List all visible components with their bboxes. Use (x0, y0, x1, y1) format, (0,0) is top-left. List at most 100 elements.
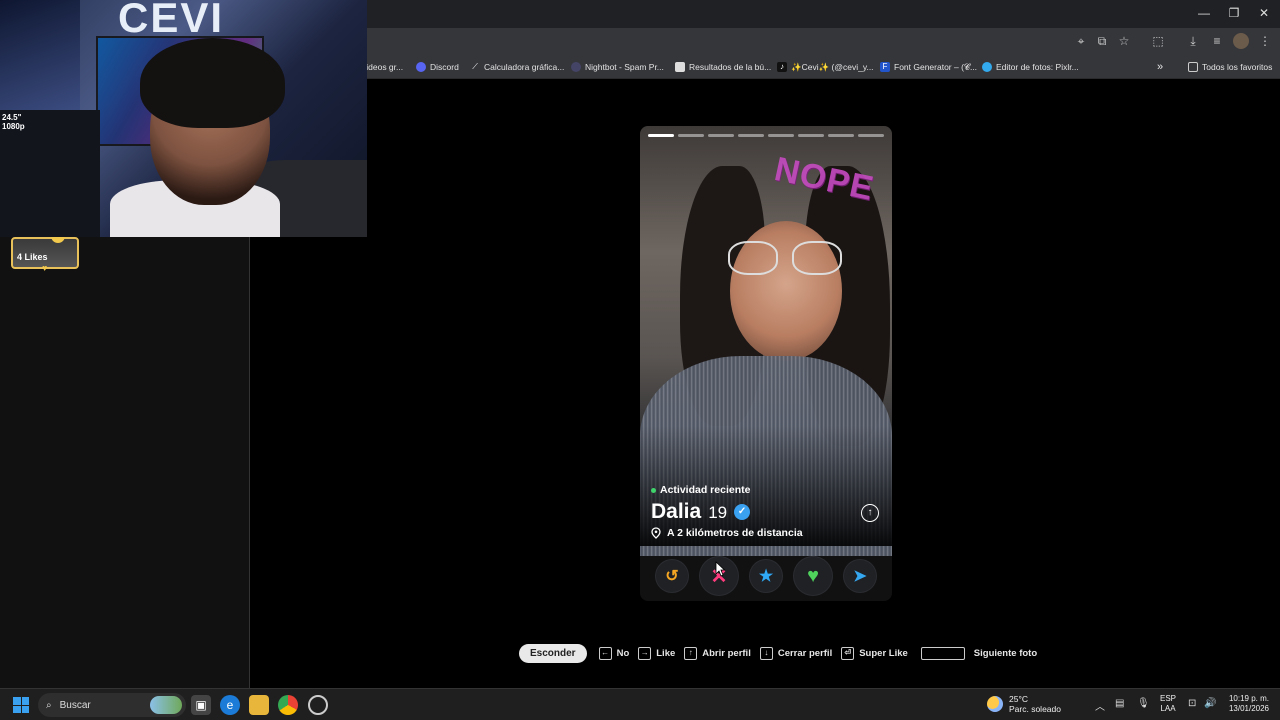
heart-icon: ♥ (42, 263, 48, 273)
profile-age: 19 (708, 503, 728, 522)
clock-date: 13/01/2026 (1228, 704, 1269, 713)
close-button[interactable]: ✕ (1257, 6, 1271, 20)
search-icon: ⌕ (46, 699, 52, 711)
bookmark-videos[interactable]: videos gr... (362, 60, 403, 74)
open-profile-button[interactable]: ↑ (861, 504, 879, 522)
windows-start-icon[interactable] (13, 697, 29, 713)
like-button[interactable]: ♥ (794, 557, 832, 595)
obs-icon[interactable] (308, 695, 328, 715)
mouse-cursor-icon (715, 561, 725, 577)
bookmark-label: Resultados de la bú... (689, 62, 772, 72)
location-icon[interactable]: ⌖ (1073, 33, 1089, 49)
bookmark-nightbot[interactable]: Nightbot - Spam Pr... (571, 60, 664, 74)
bookmark-label: videos gr... (362, 62, 404, 72)
likes-label: 4 Likes (17, 252, 48, 262)
photo-glasses (728, 241, 850, 277)
activity-label: Actividad reciente (660, 484, 751, 496)
webcam-hair (140, 38, 285, 128)
folder-icon (1188, 62, 1198, 72)
shortcut-close-profile: ↓ Cerrar perfil (759, 646, 833, 660)
enter-key-icon: ⏎ (841, 646, 855, 660)
task-view-icon[interactable]: ▣ (191, 695, 211, 715)
bookmark-calculadora[interactable]: ⟋ Calculadora gráfica... (470, 60, 564, 74)
distance-label: A 2 kilómetros de distancia (667, 527, 803, 539)
shortcut-label: Like (656, 647, 676, 659)
install-icon[interactable]: ⧉ (1094, 33, 1110, 49)
spacebar-key-icon (920, 646, 965, 660)
file-explorer-icon[interactable] (249, 695, 269, 715)
bookmark-tiktok[interactable]: ♪ ✨Cevi✨ (@cevi_y... (777, 60, 874, 74)
taskbar-search[interactable]: ⌕ Buscar (38, 693, 186, 717)
shortcut-label: Cerrar perfil (777, 647, 833, 659)
discord-icon (416, 62, 426, 72)
bookmark-label: ✨Cevi✨ (@cevi_y... (791, 61, 874, 72)
shortcut-open-profile: ↑ Abrir perfil (684, 646, 751, 660)
clock[interactable]: 10:19 p. m. 13/01/2026 (1224, 694, 1269, 714)
hide-shortcuts-button[interactable]: Esconder (519, 643, 587, 663)
profile-card[interactable]: NOPE Actividad reciente Dalia 19 ✓ A 2 k… (640, 126, 892, 601)
search-highlight-image (150, 696, 182, 714)
font-icon: F (880, 62, 890, 72)
bookmarks-more-button[interactable]: » (1157, 60, 1163, 74)
nightbot-icon (571, 62, 581, 72)
language-indicator[interactable]: ESP LAA (1160, 694, 1176, 714)
rewind-icon: ↺ (665, 568, 679, 585)
arrow-left-key-icon: ← (598, 646, 612, 660)
bookmark-label: Calculadora gráfica... (484, 62, 565, 72)
temperature: 25°C (1009, 694, 1028, 704)
tray-app-icon[interactable]: ▤ (1115, 698, 1124, 709)
pixlr-icon (982, 62, 992, 72)
arrow-right-key-icon: → (638, 646, 652, 660)
taskbar: ⌕ Buscar ▣ e 25°C Parc. soleado ︿ ▤ 🎙 ESP… (0, 688, 1280, 720)
profile-icon[interactable] (1233, 33, 1249, 49)
extensions-icon[interactable]: ⬚ (1150, 33, 1166, 49)
bookmark-discord[interactable]: Discord (416, 60, 459, 74)
super-like-button[interactable]: ★ (750, 560, 782, 592)
star-icon[interactable]: ☆ (1116, 33, 1132, 49)
restore-button[interactable]: ❐ (1227, 6, 1241, 20)
microphone-icon[interactable]: 🎙 (1137, 698, 1150, 709)
bookmark-font-generator[interactable]: F Font Generator – (𝓒... (880, 60, 977, 74)
partly-sunny-icon (987, 696, 1003, 712)
shortcut-bar: Esconder ← No → Like ↑ Abrir perfil ↓ Cerrar… (519, 643, 1046, 663)
bookmark-label: Nightbot - Spam Pr... (585, 62, 664, 72)
menu-icon[interactable]: ⋮ (1257, 33, 1273, 49)
network-icon[interactable]: ⊡ (1188, 698, 1196, 709)
action-bar: ↺ ✕ ★ ♥ ➤ (640, 554, 892, 598)
shortcut-next-photo: Siguiente foto (920, 646, 1037, 660)
webcam-monitor-spec: 24.5" 1080p (2, 113, 25, 131)
download-icon[interactable]: ⤓ (1185, 33, 1201, 49)
activity-status: Actividad reciente (651, 484, 750, 496)
profile-photo[interactable]: NOPE (640, 126, 892, 556)
photo-progress-segment (678, 134, 704, 137)
arrow-up-key-icon: ↑ (684, 646, 698, 660)
shortcut-super-like: ⏎ Super Like (841, 646, 908, 660)
bookmark-pixlr[interactable]: Editor de fotos: Pixlr... (982, 60, 1079, 74)
photo-progress-segment (828, 134, 854, 137)
edge-icon[interactable]: e (220, 695, 240, 715)
like-icon: ♥ (807, 564, 819, 587)
lang-layout: LAA (1160, 704, 1176, 713)
distance-row: A 2 kilómetros de distancia (651, 527, 803, 539)
webcam-overlay: CEVI 24.5" 1080p (0, 0, 367, 237)
webcam-logo: CEVI (118, 0, 225, 41)
boost-button[interactable]: ➤ (844, 560, 876, 592)
bookmark-resultados[interactable]: Resultados de la bú... (675, 60, 771, 74)
photo-progress (648, 134, 884, 137)
weather-text: 25°C Parc. soleado (1009, 694, 1061, 714)
minimize-button[interactable]: — (1197, 6, 1211, 20)
chevron-up-icon[interactable]: ︿ (1095, 698, 1105, 713)
photo-progress-segment (648, 134, 674, 137)
name-row: Dalia 19 ✓ (651, 500, 751, 524)
all-bookmarks-button[interactable]: Todos los favoritos (1188, 60, 1272, 74)
chrome-icon[interactable] (278, 695, 298, 715)
verified-badge-icon: ✓ (734, 504, 751, 520)
photo-progress-segment (858, 134, 884, 137)
volume-icon[interactable]: 🔊 (1204, 698, 1216, 709)
media-icon[interactable]: ≡ (1209, 33, 1225, 49)
all-bookmarks-label: Todos los favoritos (1202, 62, 1273, 72)
rewind-button[interactable]: ↺ (656, 560, 688, 592)
weather-widget[interactable]: 25°C Parc. soleado (987, 694, 1061, 714)
shortcut-label: No (616, 647, 630, 659)
spec-size: 24.5" (2, 113, 22, 122)
